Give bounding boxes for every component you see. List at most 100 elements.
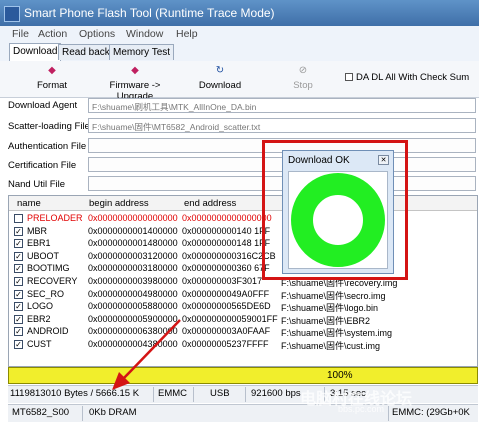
scatter-file-field[interactable]: F:\shuame\固件\MT6582_Android_scatter.txt xyxy=(88,118,476,133)
checkbox-box xyxy=(345,73,353,82)
header-begin-address[interactable]: begin address xyxy=(89,198,149,209)
title-bar: Smart Phone Flash Tool (Runtime Trace Mo… xyxy=(0,0,479,26)
certification-file-label: Certification File xyxy=(8,160,77,171)
table-row[interactable]: ✓ SEC_RO 0x0000000004980000 0x0000000049A0F… xyxy=(9,288,477,301)
status-dram: 0Kb DRAM xyxy=(89,407,137,418)
row-name: ANDROID xyxy=(27,326,69,337)
header-name[interactable]: name xyxy=(17,198,41,209)
row-checkbox[interactable]: ✓ xyxy=(14,302,23,312)
app-icon xyxy=(4,6,20,22)
menu-help[interactable]: Help xyxy=(176,28,198,40)
row-begin-address: 0x0000000005900000 xyxy=(88,313,178,324)
table-row[interactable]: ✓ CUST 0x0000000004380000 0x00000005237FFFF… xyxy=(9,338,477,351)
progress-bar: 100% xyxy=(8,367,478,384)
tab-read-back[interactable]: Read back xyxy=(58,44,114,60)
menu-bar: File Action Options Window Help xyxy=(0,26,479,42)
download-agent-label: Download Agent xyxy=(8,100,78,111)
da-dl-all-label: DA DL All With Check Sum xyxy=(356,72,470,83)
row-name: LOGO xyxy=(27,301,54,312)
row-checkbox[interactable]: ✓ xyxy=(14,314,23,324)
row-end-address: 0x0000000049A0FFF xyxy=(182,288,270,299)
row-begin-address: 0x0000000003980000 xyxy=(88,276,178,286)
table-row[interactable]: ✓ ANDROID 0x0000000006380000 0x000000003A0F… xyxy=(9,325,477,338)
row-end-address: 0x000000000140 1FF xyxy=(182,225,271,236)
row-begin-address: 0x0000000001480000 xyxy=(88,238,178,249)
menu-window[interactable]: Window xyxy=(126,28,163,40)
status-bytes: 1119813010 Bytes / 5666.15 K xyxy=(10,388,140,399)
status-separator xyxy=(82,406,83,421)
row-checkbox[interactable]: ✓ xyxy=(14,226,23,236)
row-begin-address: 0x0000000000000000 xyxy=(88,213,178,223)
toolbar: ◆ Format ◆ Firmware -> Upgrade ↻ Downloa… xyxy=(0,61,479,102)
row-end-address: 0x000000000059001FF xyxy=(182,313,278,324)
firmware-upgrade-button[interactable]: ◆ Firmware -> Upgrade xyxy=(92,65,178,102)
format-button[interactable]: ◆ Format xyxy=(36,65,68,91)
row-checkbox[interactable]: ✓ xyxy=(14,340,23,349)
download-icon: ↻ xyxy=(215,65,225,76)
row-name: MBR xyxy=(27,225,47,236)
row-end-address: 0x00000005237FFFF xyxy=(182,339,269,349)
row-name: CUST xyxy=(27,339,52,349)
status-separator xyxy=(193,387,194,402)
tab-download[interactable]: Download xyxy=(9,43,62,61)
table-row[interactable]: ✓ EBR2 0x0000000005900000 0x000000000059001… xyxy=(9,313,477,326)
row-name: EBR2 xyxy=(27,313,51,324)
watermark-url: bbs.pc.com xyxy=(338,404,385,414)
tab-memory-test[interactable]: Memory Test xyxy=(109,44,175,60)
da-dl-all-checkbox[interactable]: DA DL All With Check Sum xyxy=(345,72,469,83)
window-title: Smart Phone Flash Tool (Runtime Trace Mo… xyxy=(24,6,275,20)
download-button[interactable]: ↻ Download xyxy=(198,65,242,91)
status-baud: 921600 bps xyxy=(251,388,301,399)
nand-util-file-label: Nand Util File xyxy=(8,179,66,190)
tab-strip: Download Read back Memory Test xyxy=(0,42,479,62)
row-checkbox[interactable]: ✓ xyxy=(14,289,23,299)
row-checkbox[interactable]: ✓ xyxy=(14,251,23,261)
row-name: RECOVERY xyxy=(27,276,78,286)
menu-options[interactable]: Options xyxy=(79,28,115,40)
row-end-address: 0x000000003F3017 xyxy=(182,276,263,286)
row-begin-address: 0x0000000006380000 xyxy=(88,326,178,337)
row-begin-address: 0x0000000003120000 xyxy=(88,250,178,261)
table-row[interactable]: ✓ LOGO 0x0000000005880000 0x00000000565DE6D… xyxy=(9,300,477,313)
row-end-address: 0x0000000000000000 xyxy=(182,213,272,223)
row-end-address: 0x000000003A0FAAF xyxy=(182,326,271,337)
highlight-box xyxy=(262,140,408,280)
row-begin-address: 0x0000000004980000 xyxy=(88,288,178,299)
stop-label: Stop xyxy=(293,80,313,91)
row-checkbox[interactable]: ✓ xyxy=(14,277,23,286)
row-end-address: 0x00000000565DE6D xyxy=(182,301,271,312)
row-begin-address: 0x0000000003180000 xyxy=(88,263,178,274)
menu-action[interactable]: Action xyxy=(38,28,67,40)
row-name: UBOOT xyxy=(27,250,60,261)
stop-icon: ⊘ xyxy=(298,65,308,76)
row-end-address: 0x000000000360 67F xyxy=(182,263,270,274)
row-name: PRELOADER xyxy=(27,213,83,223)
row-begin-address: 0x0000000005880000 xyxy=(88,301,178,312)
firmware-upgrade-icon: ◆ xyxy=(131,65,139,76)
row-end-address: 0x000000000148 1FF xyxy=(182,238,271,249)
format-icon: ◆ xyxy=(48,65,56,76)
row-checkbox[interactable] xyxy=(14,214,23,223)
authentication-file-label: Authentication File xyxy=(8,141,87,152)
scatter-file-label: Scatter-loading File xyxy=(8,121,90,132)
row-checkbox[interactable]: ✓ xyxy=(14,239,23,249)
row-location: F:\shuame\固件\cust.img xyxy=(281,341,381,351)
status-separator xyxy=(153,387,154,402)
row-checkbox[interactable]: ✓ xyxy=(14,264,23,274)
format-label: Format xyxy=(36,80,68,91)
header-end-address[interactable]: end address xyxy=(184,198,236,209)
stop-button[interactable]: ⊘ Stop xyxy=(290,65,316,91)
status-chip: MT6582_S00 xyxy=(12,407,70,418)
download-agent-field[interactable]: F:\shuame\刷机工具\MTK_AllInOne_DA.bin xyxy=(88,98,476,113)
menu-file[interactable]: File xyxy=(12,28,29,40)
status-storage: EMMC xyxy=(158,388,188,399)
row-begin-address: 0x0000000004380000 xyxy=(88,339,178,349)
row-begin-address: 0x0000000001400000 xyxy=(88,225,178,236)
download-label: Download xyxy=(198,80,242,91)
row-name: SEC_RO xyxy=(27,288,65,299)
status-port: USB xyxy=(210,388,230,399)
progress-percent: 100% xyxy=(327,370,353,381)
row-checkbox[interactable]: ✓ xyxy=(14,327,23,337)
status-separator xyxy=(245,387,246,402)
row-name: EBR1 xyxy=(27,238,51,249)
